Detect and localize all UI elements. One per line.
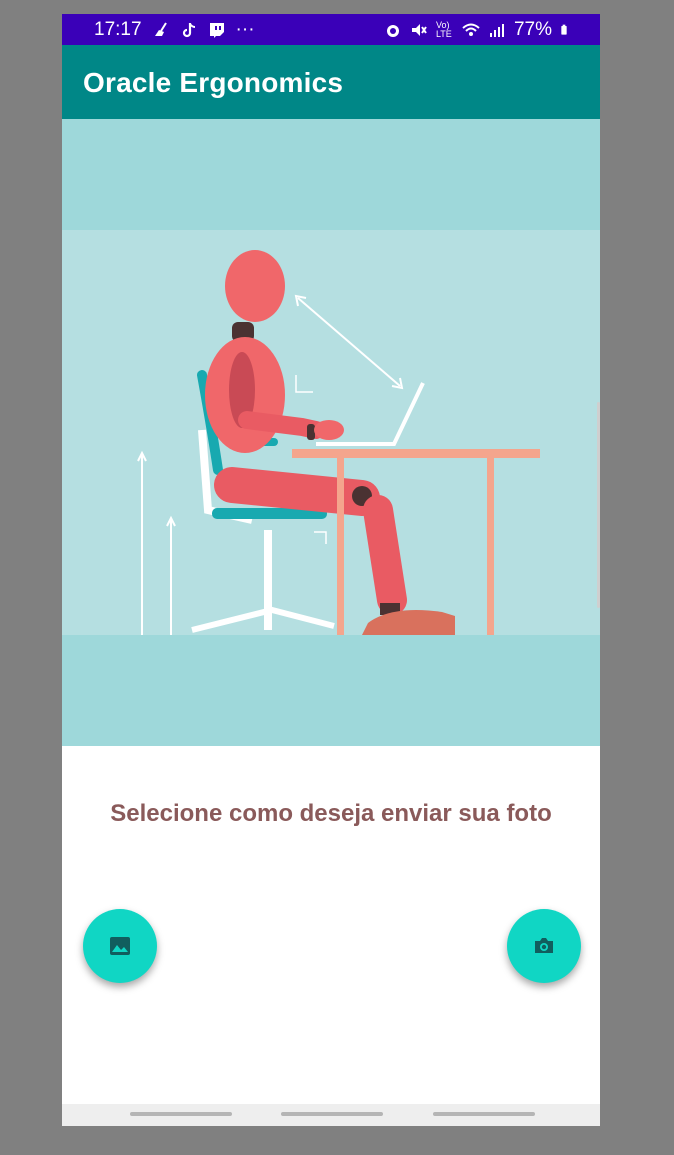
twitch-icon bbox=[209, 23, 224, 38]
status-right: Vo) LTE 77% bbox=[384, 19, 572, 41]
status-left: 17:17 ··· bbox=[94, 19, 255, 41]
phone-screen: 17:17 ··· Vo) LTE 77% Oracle Ergonomics … bbox=[62, 14, 600, 1126]
back-handle[interactable] bbox=[433, 1112, 535, 1116]
battery-icon bbox=[561, 24, 567, 35]
recent-apps-handle[interactable] bbox=[130, 1112, 232, 1116]
gallery-button[interactable] bbox=[83, 909, 157, 983]
upload-prompt: Selecione como deseja enviar sua foto bbox=[110, 800, 552, 827]
tiktok-icon bbox=[182, 23, 195, 38]
home-handle[interactable] bbox=[281, 1112, 383, 1116]
hero-illustration-area bbox=[62, 119, 600, 746]
app-title: Oracle Ergonomics bbox=[83, 67, 344, 98]
gesture-navigation-bar bbox=[62, 1104, 600, 1126]
signal-icon bbox=[489, 24, 504, 37]
broom-icon bbox=[154, 22, 167, 36]
camera-button[interactable] bbox=[507, 909, 581, 983]
edge-panel-handle[interactable] bbox=[597, 402, 600, 608]
status-time: 17:17 bbox=[94, 19, 142, 40]
image-icon bbox=[110, 937, 130, 955]
alarm-icon bbox=[386, 25, 399, 37]
status-bar: 17:17 ··· Vo) LTE 77% bbox=[62, 14, 600, 45]
wifi-icon bbox=[462, 23, 480, 36]
more-notifications: ··· bbox=[235, 19, 255, 40]
camera-icon bbox=[535, 938, 553, 953]
volte-label: Vo) LTE bbox=[435, 20, 452, 39]
ergonomic-sitting-posture-illustration bbox=[62, 230, 600, 635]
app-bar: Oracle Ergonomics bbox=[62, 45, 600, 119]
mute-icon bbox=[411, 24, 427, 36]
battery-percent: 77% bbox=[513, 19, 552, 40]
